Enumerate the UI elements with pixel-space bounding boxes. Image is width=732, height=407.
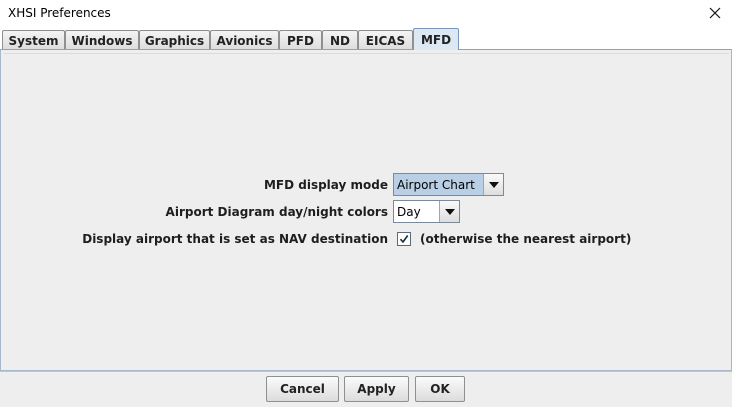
nav-destination-note: (otherwise the nearest airport) <box>420 232 632 246</box>
nav-destination-label: Display airport that is set as NAV desti… <box>82 232 388 246</box>
nav-destination-checkbox[interactable] <box>397 232 411 246</box>
tab-eicas[interactable]: EICAS <box>358 30 413 50</box>
diagram-colors-value: Day <box>397 204 421 219</box>
cancel-button[interactable]: Cancel <box>266 376 339 402</box>
display-mode-label: MFD display mode <box>263 178 388 192</box>
tab-windows[interactable]: Windows <box>65 30 139 50</box>
window-title: XHSI Preferences <box>8 6 111 20</box>
diagram-colors-label: Airport Diagram day/night colors <box>165 205 388 219</box>
tab-mfd[interactable]: MFD <box>413 28 459 50</box>
tab-nd[interactable]: ND <box>322 30 358 50</box>
close-icon <box>709 7 721 19</box>
chevron-down-icon <box>488 181 499 188</box>
display-mode-select[interactable]: Airport Chart <box>393 173 504 196</box>
chevron-down-icon <box>444 208 455 215</box>
window-titlebar: XHSI Preferences <box>0 0 732 28</box>
dialog-footer: Cancel Apply OK <box>0 371 732 407</box>
display-mode-value: Airport Chart <box>394 174 483 195</box>
diagram-colors-dropdown-arrow[interactable] <box>439 201 459 222</box>
display-mode-dropdown-arrow[interactable] <box>483 174 503 195</box>
close-button[interactable] <box>698 0 732 26</box>
tab-avionics[interactable]: Avionics <box>210 30 279 50</box>
tab-strip: System Windows Graphics Avionics PFD ND … <box>0 28 732 50</box>
tab-pfd[interactable]: PFD <box>279 30 322 50</box>
check-icon <box>399 235 409 244</box>
ok-button[interactable]: OK <box>415 376 465 402</box>
diagram-colors-select[interactable]: Day <box>393 200 460 223</box>
tab-system[interactable]: System <box>2 30 65 50</box>
tab-graphics[interactable]: Graphics <box>139 30 210 50</box>
apply-button[interactable]: Apply <box>344 376 409 402</box>
